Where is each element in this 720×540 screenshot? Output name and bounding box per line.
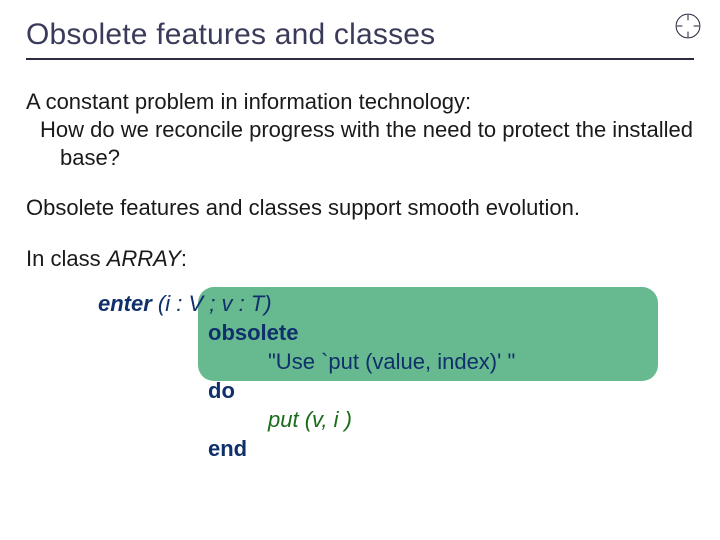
code-call: put (v, i )	[98, 405, 694, 434]
code-sig-name: enter	[98, 291, 152, 316]
code-obsolete-kw: obsolete	[98, 318, 694, 347]
code-end-kw: end	[98, 434, 694, 463]
class-line: In class ARRAY:	[26, 245, 694, 273]
class-name: ARRAY	[107, 246, 181, 271]
smooth-line: Obsolete features and classes support sm…	[26, 194, 694, 222]
page-title: Obsolete features and classes	[26, 18, 694, 60]
slide: Obsolete features and classes A constant…	[0, 0, 720, 540]
code-sig-args: (i : V ; v : T)	[152, 291, 272, 316]
class-line-suffix: :	[181, 246, 187, 271]
code-do-kw: do	[98, 376, 694, 405]
question-line: How do we reconcile progress with the ne…	[40, 116, 694, 172]
slide-body: A constant problem in information techno…	[26, 88, 694, 463]
code-sig: enter (i : V ; v : T)	[98, 289, 694, 318]
intro-line: A constant problem in information techno…	[26, 88, 694, 116]
code-obsolete-msg: "Use `put (value, index)' "	[98, 347, 694, 376]
logo-icon	[674, 12, 702, 40]
code-block: enter (i : V ; v : T) obsolete "Use `put…	[98, 289, 694, 463]
class-line-prefix: In class	[26, 246, 107, 271]
